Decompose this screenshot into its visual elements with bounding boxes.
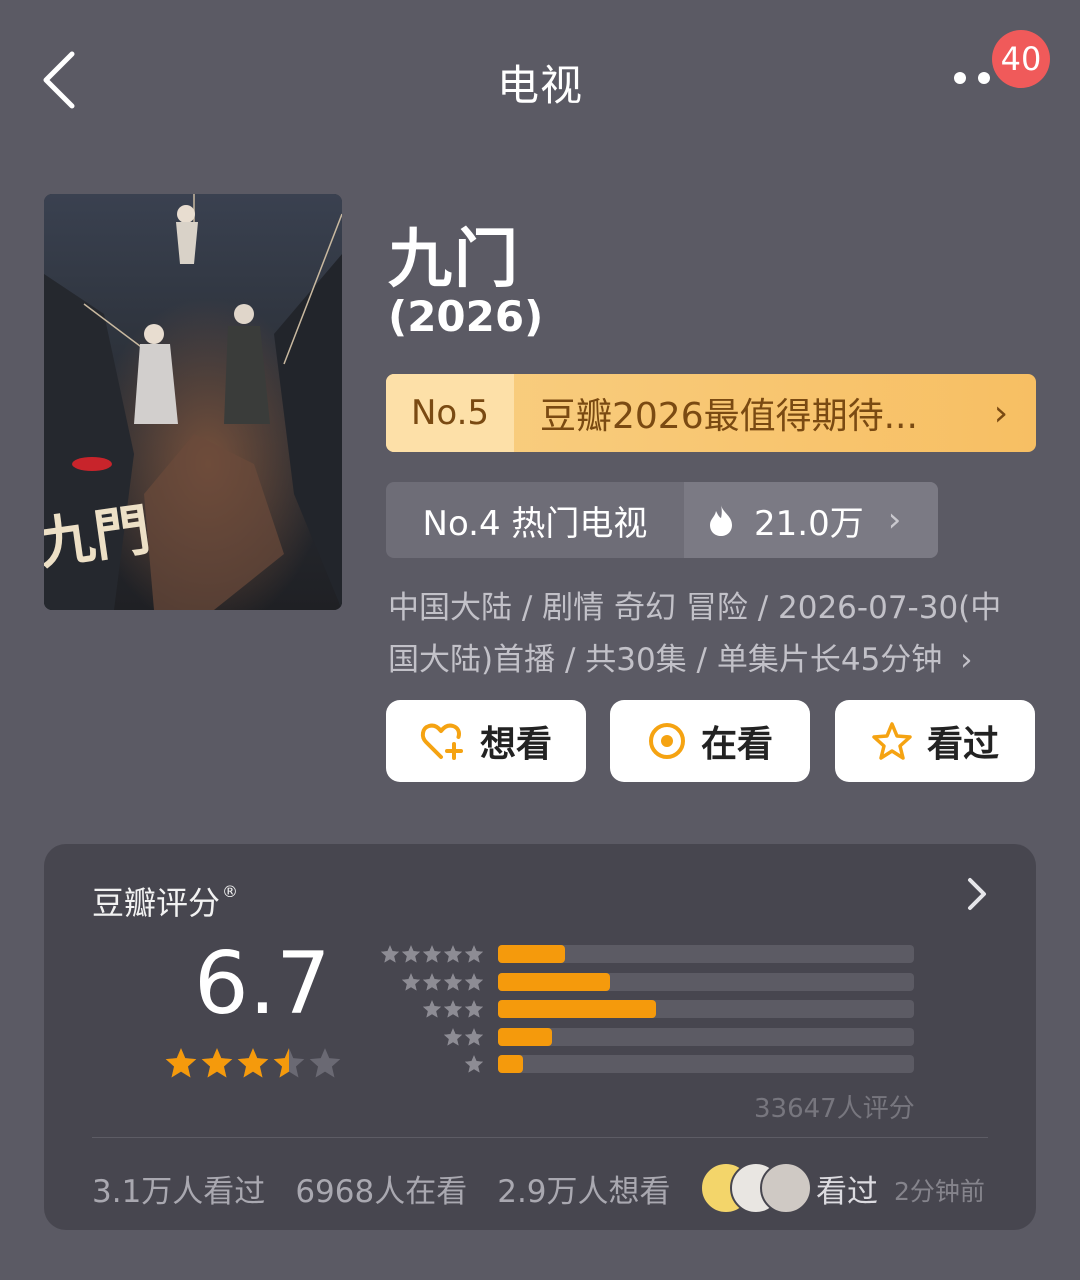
- ranking-number: No.5: [386, 374, 514, 452]
- star-icon: [423, 1000, 441, 1018]
- rater-count: 33647人评分: [754, 1094, 915, 1124]
- star-icon: [165, 1048, 197, 1078]
- chevron-right-icon: ›: [993, 392, 1009, 434]
- bar-fill: [498, 1027, 553, 1046]
- more-dots-icon: [954, 72, 966, 84]
- bar-fill: [498, 1000, 657, 1018]
- watched-label: 看过: [926, 724, 999, 765]
- notification-badge: 40: [992, 30, 1050, 88]
- heat-value: 21.0万: [754, 503, 864, 544]
- star-icon: [465, 1027, 483, 1045]
- star-icon: [273, 1048, 305, 1078]
- friend-activity-time: 2分钟前: [894, 1177, 985, 1206]
- bar-track: [498, 1027, 914, 1046]
- want-to-watch-label: 想看: [479, 724, 552, 765]
- chevron-right-icon: [968, 878, 986, 910]
- star-icon: [444, 945, 462, 963]
- ranking-list-banner[interactable]: No.5 豆瓣2026最值得期待... ›: [386, 374, 1036, 452]
- show-title: 九门: [388, 223, 520, 297]
- hot-tv-ranking[interactable]: No.4 热门电视 21.0万 ›: [386, 482, 938, 558]
- star-icon: [309, 1048, 341, 1078]
- watching-count[interactable]: 6968人在看: [295, 1166, 467, 1211]
- watching-label: 在看: [700, 724, 773, 765]
- watched-button[interactable]: 看过: [835, 700, 1035, 782]
- heart-plus-icon: [420, 723, 463, 760]
- star-icon: [465, 1000, 483, 1018]
- watched-count[interactable]: 3.1万人看过: [92, 1166, 265, 1211]
- star-icon: [381, 945, 399, 963]
- divider: [92, 1137, 988, 1138]
- bar-track: [498, 1055, 914, 1073]
- bar-star-label: [378, 1054, 484, 1074]
- star-icon: [423, 972, 441, 990]
- heat-section[interactable]: 21.0万 ›: [684, 482, 938, 558]
- more-dots-icon-2: [978, 72, 990, 84]
- bar-star-label: [378, 944, 484, 964]
- avatar: [760, 1162, 812, 1214]
- show-meta-text: 中国大陆 / 剧情 奇幻 冒险 / 2026-07-30(中国大陆)首播 / 共…: [388, 590, 1002, 678]
- rating-card: 豆瓣评分 ® 6.7 33647人评分 3.1万人看过 6968人在看 2.9万人…: [44, 844, 1036, 1230]
- registered-mark: ®: [222, 882, 239, 901]
- star-icon: [444, 972, 462, 990]
- star-outline-icon: [872, 722, 912, 760]
- rating-stars: [164, 1046, 342, 1080]
- want-count[interactable]: 2.9万人想看: [497, 1166, 670, 1211]
- flame-icon: [710, 505, 732, 536]
- want-to-watch-button[interactable]: 想看: [386, 700, 586, 782]
- bar-track: [498, 945, 914, 963]
- star-icon: [423, 945, 441, 963]
- rating-section-title: 豆瓣评分 ®: [92, 878, 238, 924]
- bar-star-label: [378, 999, 484, 1019]
- chevron-right-icon: ›: [960, 642, 973, 678]
- bar-track: [498, 972, 914, 991]
- show-meta-info[interactable]: 中国大陆 / 剧情 奇幻 冒险 / 2026-07-30(中国大陆)首播 / 共…: [388, 582, 1028, 686]
- rating-score: 6.7: [194, 934, 331, 1034]
- star-icon: [237, 1048, 269, 1078]
- star-icon: [402, 945, 420, 963]
- bar-fill: [498, 1055, 523, 1073]
- bar-star-label: [378, 972, 484, 992]
- watch-stats: 3.1万人看过 6968人在看 2.9万人想看: [92, 1166, 671, 1211]
- watching-button[interactable]: 在看: [610, 700, 810, 782]
- bar-track: [498, 1000, 914, 1018]
- bar-star-label: [378, 1027, 484, 1047]
- rating-detail-button[interactable]: [958, 874, 994, 914]
- chevron-right-icon: ›: [887, 500, 902, 540]
- bar-fill: [498, 945, 565, 963]
- star-icon: [465, 1055, 483, 1073]
- target-circle-icon: [648, 723, 685, 759]
- hot-tv-rank-label: No.4 热门电视: [422, 503, 648, 544]
- poster-image[interactable]: 九門: [44, 194, 342, 610]
- star-icon: [201, 1048, 233, 1078]
- ranking-list-title: 豆瓣2026最值得期待...: [540, 396, 918, 437]
- rating-title-text: 豆瓣评分: [92, 884, 221, 922]
- friend-avatars[interactable]: [700, 1162, 812, 1218]
- bar-fill: [498, 972, 611, 991]
- star-icon: [444, 1027, 462, 1045]
- star-icon: [465, 972, 483, 990]
- page-title: 电视: [496, 61, 583, 110]
- star-icon: [444, 1000, 462, 1018]
- show-year: (2026): [388, 292, 544, 341]
- star-icon: [402, 972, 420, 990]
- friend-activity-label: 看过: [816, 1174, 878, 1210]
- star-icon: [465, 945, 483, 963]
